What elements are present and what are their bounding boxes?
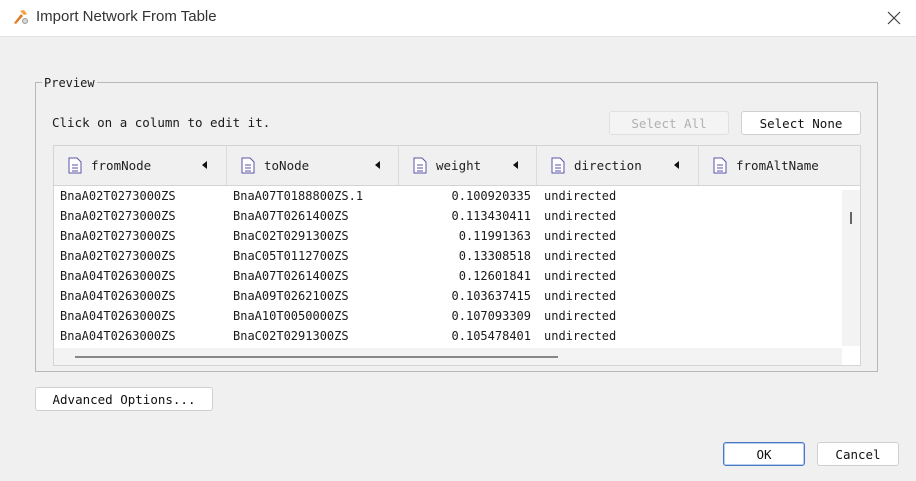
table-row[interactable]: BnaA04T0263000ZS BnaA09T0262100ZS 0.1036… [54, 286, 840, 306]
cell-fromnode: BnaA04T0263000ZS [60, 309, 176, 323]
table-row[interactable]: BnaA04T0263000ZS BnaA07T0261400ZS 0.1260… [54, 266, 840, 286]
horizontal-scrollbar[interactable] [54, 348, 842, 365]
document-icon [241, 157, 255, 174]
document-icon [413, 157, 427, 174]
cell-direction: undirected [544, 189, 617, 203]
cell-direction: undirected [544, 229, 617, 243]
cell-tonode: BnaA07T0261400ZS [233, 209, 349, 223]
select-all-button[interactable]: Select All [609, 111, 729, 135]
cell-direction: undirected [544, 289, 617, 303]
table-row[interactable]: BnaA04T0263000ZS BnaC02T0291300ZS 0.1054… [54, 326, 840, 346]
cancel-button[interactable]: Cancel [817, 442, 899, 466]
cell-tonode: BnaA07T0261400ZS [233, 269, 349, 283]
column-title: fromAltName [736, 158, 819, 173]
cell-weight: 0.105478401 [451, 329, 531, 343]
column-header-weight[interactable]: weight [399, 146, 537, 185]
document-icon [551, 157, 565, 174]
cell-fromnode: BnaA02T0273000ZS [60, 209, 176, 223]
cell-fromnode: BnaA04T0263000ZS [60, 289, 176, 303]
close-button[interactable] [882, 6, 906, 30]
column-title: toNode [264, 158, 310, 173]
table-header: fromNode toNode weight direction fromAlt… [54, 146, 860, 186]
document-icon [68, 157, 82, 174]
sort-arrow-icon[interactable] [202, 161, 207, 169]
cell-weight: 0.12601841 [458, 269, 531, 283]
table-body: BnaA02T0273000ZS BnaA07T0188800ZS.1 0.10… [54, 186, 840, 346]
cell-weight: 0.11991363 [458, 229, 531, 243]
sort-arrow-icon[interactable] [513, 161, 518, 169]
preview-table: fromNode toNode weight direction fromAlt… [53, 145, 861, 366]
preview-legend: Preview [42, 76, 97, 90]
instruction-text: Click on a column to edit it. [52, 115, 271, 130]
advanced-options-button[interactable]: Advanced Options... [35, 387, 213, 411]
column-header-direction[interactable]: direction [537, 146, 699, 185]
cell-tonode: BnaA07T0188800ZS.1 [233, 189, 364, 203]
cell-weight: 0.13308518 [458, 249, 531, 263]
cell-fromnode: BnaA04T0263000ZS [60, 329, 176, 343]
table-row[interactable]: BnaA02T0273000ZS BnaC02T0291300ZS 0.1199… [54, 226, 840, 246]
cell-direction: undirected [544, 309, 617, 323]
cell-fromnode: BnaA02T0273000ZS [60, 189, 176, 203]
cytoscape-app-icon [12, 8, 30, 26]
window-title: Import Network From Table [36, 8, 217, 25]
cell-weight: 0.100920335 [451, 189, 531, 203]
cell-direction: undirected [544, 269, 617, 283]
column-title: fromNode [91, 158, 152, 173]
cell-direction: undirected [544, 249, 617, 263]
cell-fromnode: BnaA02T0273000ZS [60, 229, 176, 243]
column-title: weight [436, 158, 482, 173]
cell-tonode: BnaA09T0262100ZS [233, 289, 349, 303]
document-icon [713, 157, 727, 174]
table-row[interactable]: BnaA02T0273000ZS BnaA07T0261400ZS 0.1134… [54, 206, 840, 226]
column-header-fromaltname[interactable]: fromAltName [699, 146, 860, 185]
vertical-scroll-thumb[interactable] [850, 212, 852, 224]
cell-fromnode: BnaA04T0263000ZS [60, 269, 176, 283]
cell-tonode: BnaA10T0050000ZS [233, 309, 349, 323]
cell-fromnode: BnaA02T0273000ZS [60, 249, 176, 263]
cell-tonode: BnaC02T0291300ZS [233, 329, 349, 343]
cell-weight: 0.103637415 [451, 289, 531, 303]
sort-arrow-icon[interactable] [375, 161, 380, 169]
title-bar: Import Network From Table [0, 0, 916, 37]
cell-direction: undirected [544, 329, 617, 343]
cell-weight: 0.113430411 [451, 209, 531, 223]
cell-tonode: BnaC05T0112700ZS [233, 249, 349, 263]
table-row[interactable]: BnaA04T0263000ZS BnaA10T0050000ZS 0.1070… [54, 306, 840, 326]
select-none-button[interactable]: Select None [741, 111, 861, 135]
table-row[interactable]: BnaA02T0273000ZS BnaC05T0112700ZS 0.1330… [54, 246, 840, 266]
table-row[interactable]: BnaA02T0273000ZS BnaA07T0188800ZS.1 0.10… [54, 186, 840, 206]
column-title: direction [574, 158, 642, 173]
cell-direction: undirected [544, 209, 617, 223]
column-header-tonode[interactable]: toNode [227, 146, 399, 185]
column-header-fromnode[interactable]: fromNode [54, 146, 227, 185]
horizontal-scroll-thumb[interactable] [75, 356, 558, 358]
vertical-scrollbar[interactable] [842, 190, 860, 346]
ok-button[interactable]: OK [723, 442, 805, 466]
close-icon [887, 11, 901, 25]
cell-tonode: BnaC02T0291300ZS [233, 229, 349, 243]
cell-weight: 0.107093309 [451, 309, 531, 323]
sort-arrow-icon[interactable] [674, 161, 679, 169]
